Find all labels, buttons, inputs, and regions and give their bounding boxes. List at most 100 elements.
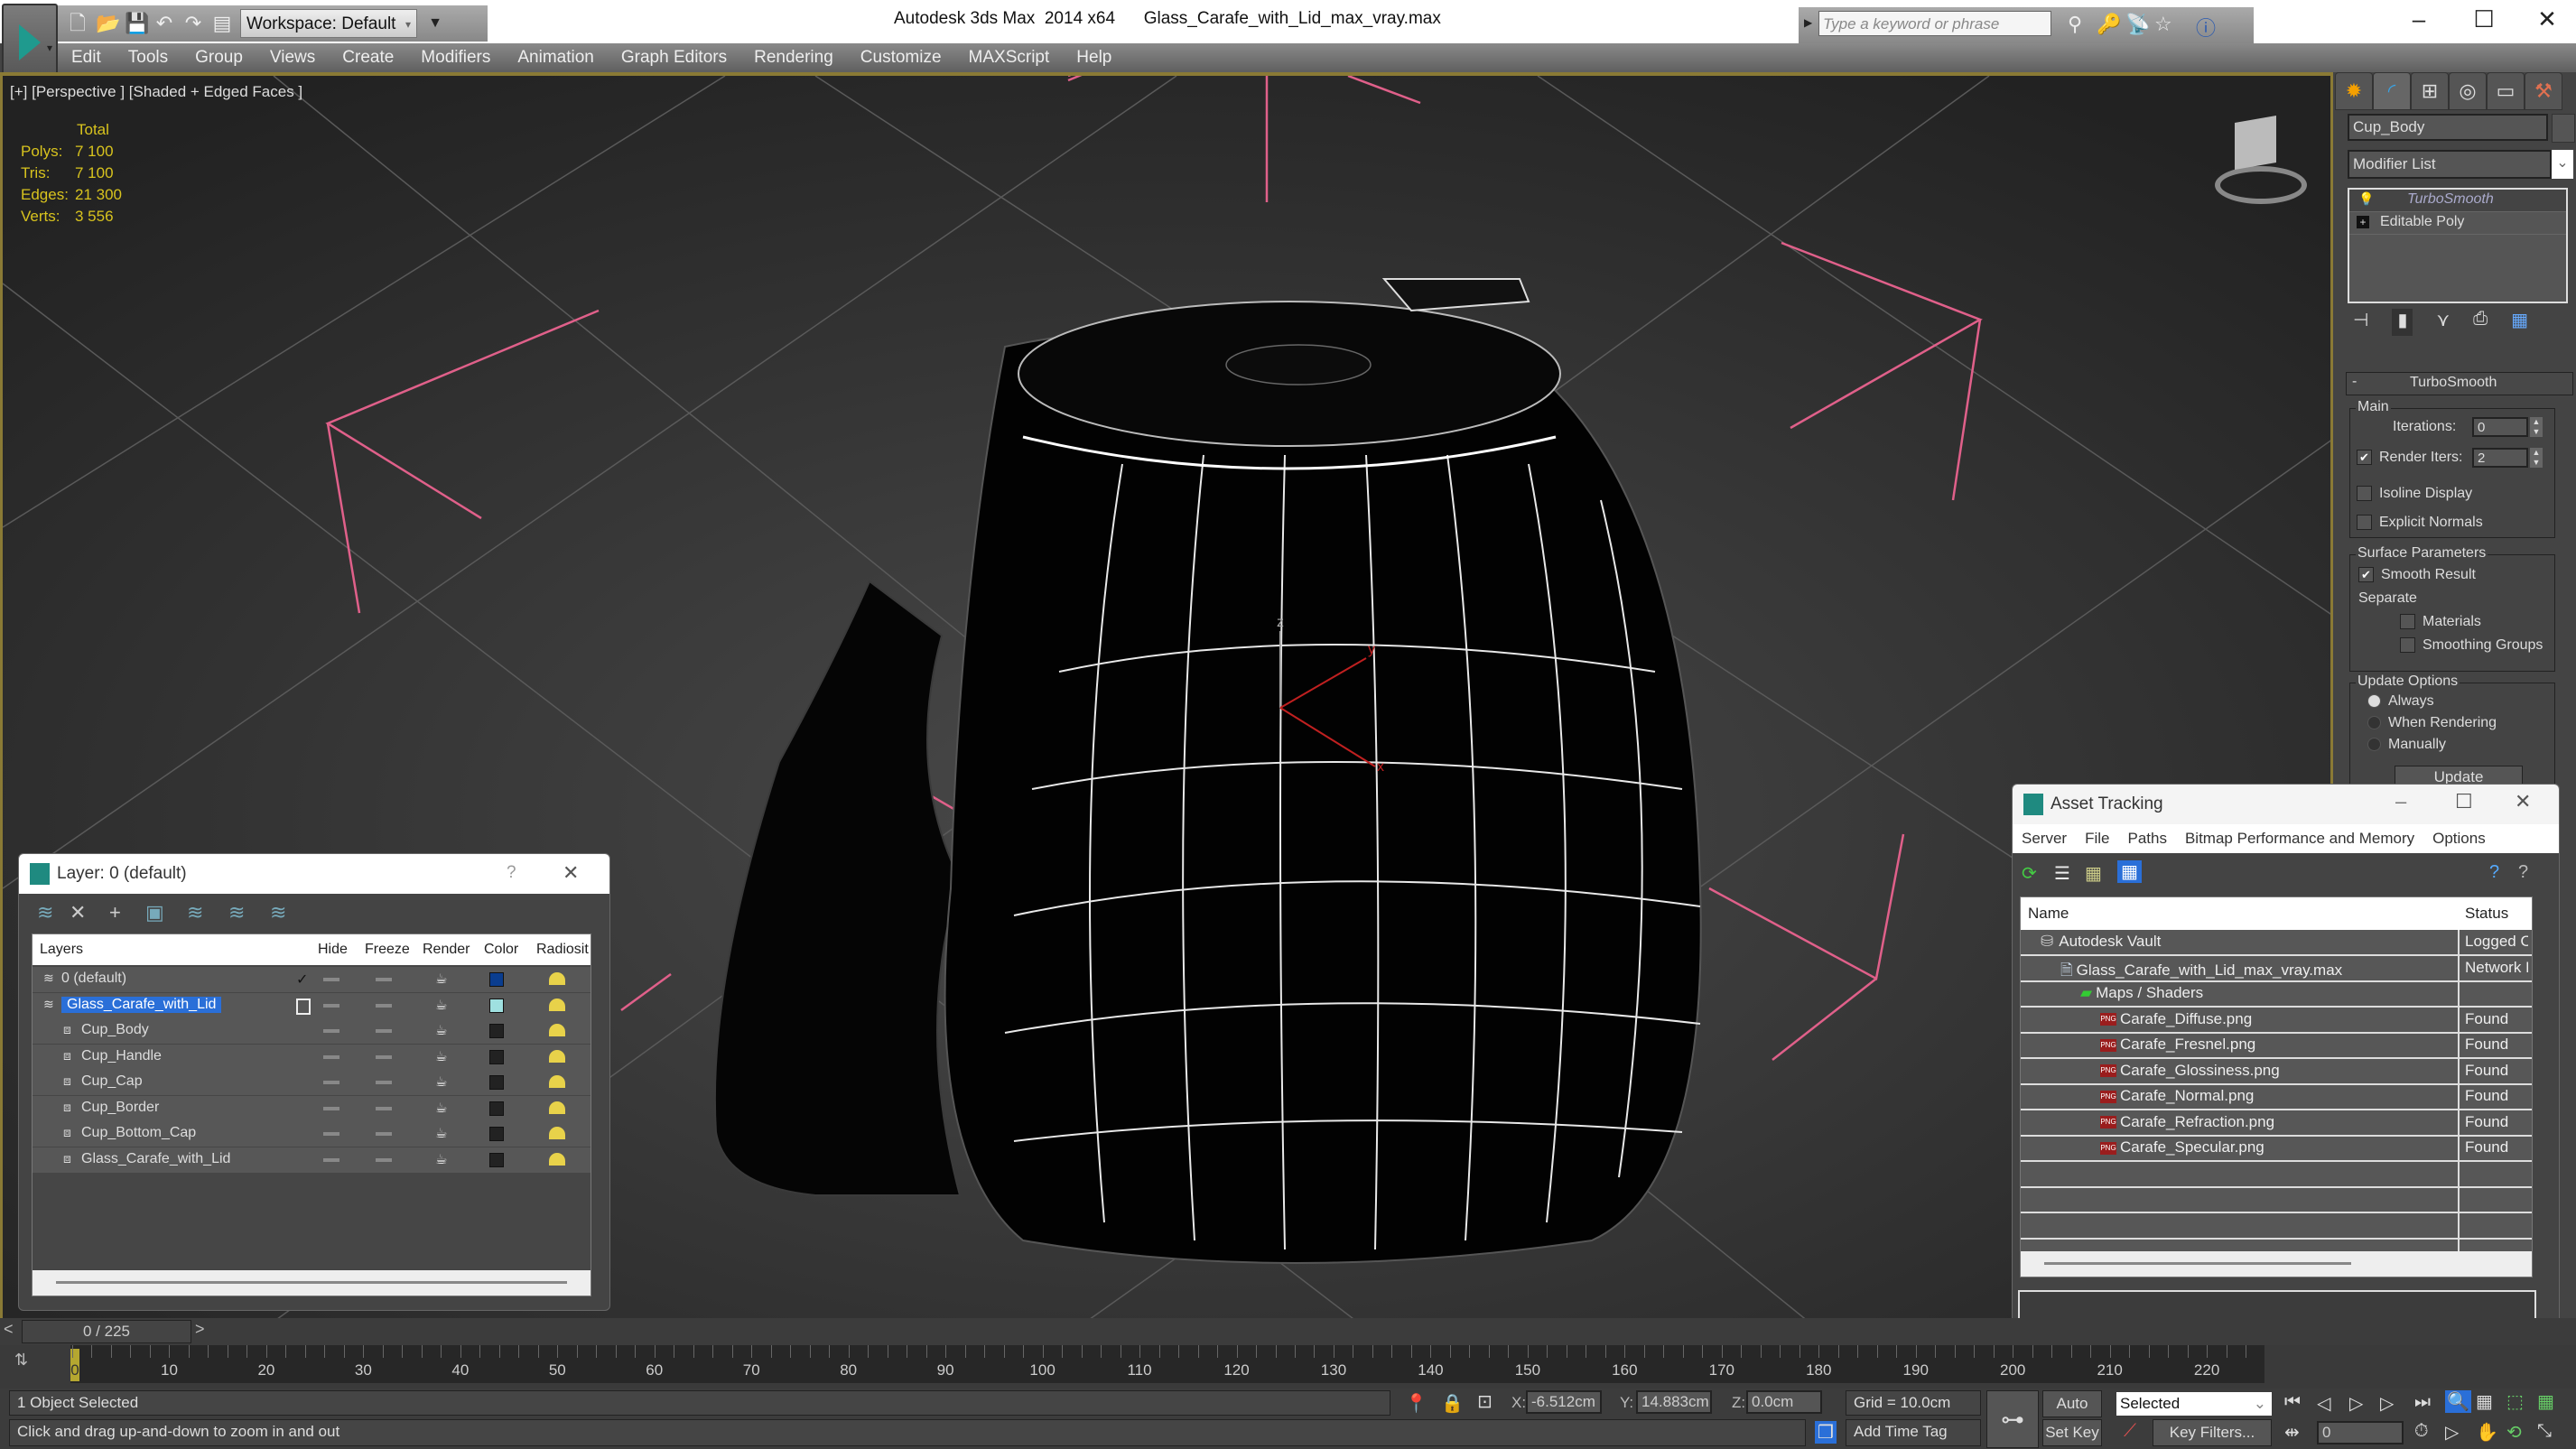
radiosity-icon[interactable] [549,1049,565,1063]
modifier-list-dropdown[interactable]: Modifier List [2348,150,2552,179]
close-icon[interactable]: ✕ [2515,790,2531,813]
project-folder-icon[interactable]: ▤ [211,12,233,35]
add-to-layer-icon[interactable]: + [109,901,121,924]
column-header-layers[interactable]: Layers [40,942,83,958]
next-frame-icon[interactable]: ▷ [2380,1392,2394,1415]
column-header-status[interactable]: Status [2465,905,2508,923]
column-header-hide[interactable]: Hide [318,942,348,958]
maximize-viewport-icon[interactable]: ⤡ [2537,1421,2552,1442]
select-layer-icon[interactable]: ≋ [187,901,203,924]
select-objects-icon[interactable]: ▣ [145,901,164,924]
asset-row[interactable]: PNG Carafe_Specular.png Found [2021,1136,2532,1162]
layer-name[interactable]: Cup_Handle [81,1048,162,1064]
asset-row[interactable]: 🗎 Glass_Carafe_with_Lid_max_vray.max Netwo… [2021,956,2532,982]
freeze-toggle[interactable] [376,1106,392,1110]
motion-tab-icon[interactable]: ◎ [2449,72,2487,110]
render-teapot-icon[interactable]: ☕ [435,1125,447,1141]
asset-row[interactable]: PNG Carafe_Normal.png Found [2021,1084,2532,1110]
layer-row[interactable]: ⧈ Cup_Handle ☕ [33,1044,591,1070]
close-icon[interactable]: ✕ [563,861,579,885]
isoline-display-checkbox[interactable]: Isoline Display [2357,486,2472,502]
asset-path-field[interactable] [2018,1290,2536,1321]
checkbox-icon[interactable] [2400,637,2415,654]
object-name-field[interactable]: Cup_Body [2348,114,2548,141]
menu-create[interactable]: Create [329,48,407,68]
materials-checkbox[interactable]: Materials [2400,614,2481,630]
asset-row[interactable]: PNG Carafe_Fresnel.png Found [2021,1033,2532,1059]
remove-modifier-icon[interactable]: ⎙ [2473,309,2488,336]
render-teapot-icon[interactable]: ☕ [435,971,447,987]
hierarchy-tab-icon[interactable]: ⊞ [2411,72,2449,110]
app-menu-button[interactable]: ▾ [2,4,58,81]
radio-selected-icon[interactable] [2367,694,2381,709]
hide-toggle[interactable] [323,978,339,981]
set-current-checkbox[interactable] [296,998,311,1015]
favorites-star-icon[interactable]: ☆ [2154,13,2172,36]
menu-modifiers[interactable]: Modifiers [407,48,504,68]
set-current-layer-icon[interactable]: ≋ [228,901,245,924]
vault-help-icon[interactable]: ? [2489,862,2499,883]
radio-icon[interactable] [2367,738,2381,752]
layer-row[interactable]: ≋ 0 (default) ✓ ☕ [33,967,591,992]
menu-group[interactable]: Group [181,48,256,68]
play-icon[interactable]: ▷ [2349,1392,2363,1415]
asset-row[interactable]: PNG Carafe_Glossiness.png Found [2021,1059,2532,1085]
freeze-toggle[interactable] [376,1029,392,1033]
frame-ruler[interactable]: 10 20 30 40 50 60 70 80 90 100 110 120 130 140 150 160 1… [70,1345,2264,1383]
asset-row[interactable]: PNG Carafe_Refraction.png Found [2021,1110,2532,1137]
current-layer-check-icon[interactable]: ✓ [296,971,308,989]
asset-row[interactable]: ▰ Maps / Shaders [2021,981,2532,1008]
render-teapot-icon[interactable]: ☕ [435,997,447,1013]
radiosity-icon[interactable] [549,1101,565,1114]
zoom-extents-icon[interactable]: ⬚ [2506,1390,2524,1413]
time-slider[interactable]: < 0 / 225 > [0,1318,2576,1345]
expand-arrow-icon[interactable]: ▶ [1804,16,1812,29]
layer-row[interactable]: ⧈ Glass_Carafe_with_Lid ☕ [33,1147,591,1173]
chevron-down-icon[interactable]: ⌄ [2552,150,2573,179]
layer-name[interactable]: Cup_Cap [81,1073,143,1090]
layer-name[interactable]: 0 (default) [61,971,126,987]
menu-graph-editors[interactable]: Graph Editors [608,48,740,68]
checkbox-icon[interactable] [2357,486,2372,502]
radiosity-icon[interactable] [549,1127,565,1139]
hide-toggle[interactable] [323,1003,339,1008]
y-coordinate-field[interactable]: 14.883cm [1636,1390,1712,1414]
create-tab-icon[interactable]: ✹ [2335,72,2373,110]
layer-color-swatch[interactable] [489,972,504,987]
go-to-end-icon[interactable]: ⏭ [2414,1392,2431,1413]
viewcube-cube-icon[interactable] [2235,115,2276,171]
render-iters-spinner[interactable]: 2 [2472,448,2528,468]
make-unique-icon[interactable]: ⋎ [2436,309,2450,336]
turbosmooth-rollout-header[interactable]: - TurboSmooth [2346,372,2573,395]
radiosity-icon[interactable] [549,1075,565,1088]
auto-key-button[interactable]: Auto Key [2042,1390,2102,1437]
curve-editor-icon[interactable]: ⇅ [14,1351,28,1370]
freeze-toggle[interactable] [376,978,392,981]
show-end-result-icon[interactable]: ▮ [2392,309,2413,336]
minimize-icon[interactable]: – [2395,790,2406,813]
asset-menu-bitmap-performance[interactable]: Bitmap Performance and Memory [2176,830,2423,848]
asset-menu-file[interactable]: File [2076,830,2118,848]
set-key-mode-icon[interactable]: ⊶ [1986,1390,2039,1448]
binoculars-icon[interactable]: ⚲ [2068,13,2082,36]
radio-icon[interactable] [2367,716,2381,730]
pan-view-icon[interactable]: ✋ [2476,1421,2498,1444]
layer-color-swatch[interactable] [489,1049,504,1064]
freeze-toggle[interactable] [376,1132,392,1136]
list-view-icon[interactable]: ☰ [2054,862,2070,885]
default-in-out-tangents-icon[interactable]: ⟋ [2124,1421,2136,1442]
checkbox-checked-icon[interactable]: ✔ [2357,450,2372,466]
layer-name[interactable]: Cup_Bottom_Cap [81,1125,196,1141]
key-filters-button[interactable]: Key Filters... [2153,1419,2272,1446]
menu-edit[interactable]: Edit [58,48,115,68]
asset-menu-paths[interactable]: Paths [2118,830,2175,848]
layer-color-swatch[interactable] [489,1127,504,1141]
checkbox-checked-icon[interactable]: ✔ [2358,567,2374,583]
column-header-freeze[interactable]: Freeze [365,942,410,958]
help-icon[interactable]: ? [2518,862,2528,883]
field-of-view-icon[interactable]: ▷ [2445,1421,2459,1444]
modify-tab-icon[interactable]: ◜ [2373,72,2411,110]
radiosity-icon[interactable] [549,972,565,985]
hide-toggle[interactable] [323,1106,339,1110]
refresh-icon[interactable]: ⟳ [2022,862,2037,885]
